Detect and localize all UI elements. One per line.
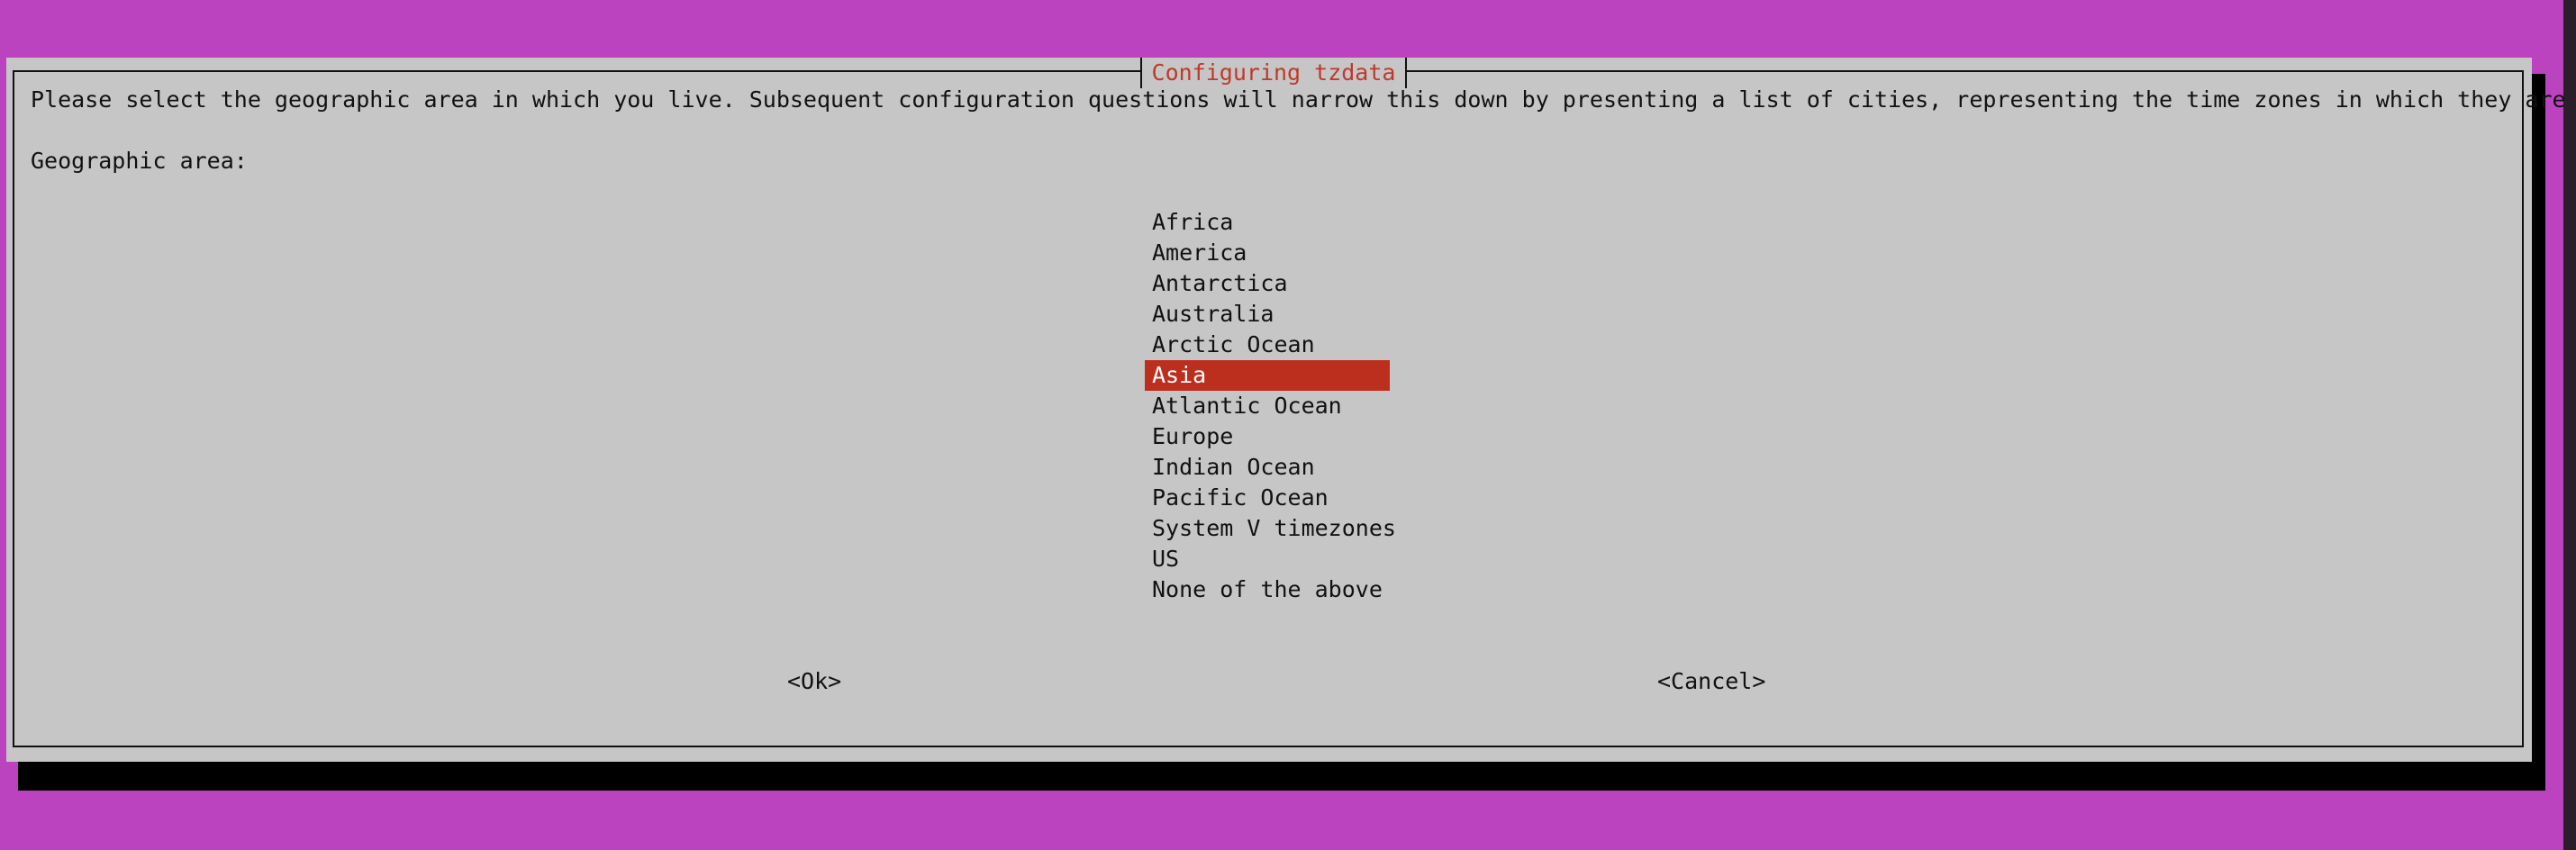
list-item[interactable]: Antarctica — [1145, 268, 1390, 299]
list-item[interactable]: America — [1145, 238, 1390, 268]
cancel-button[interactable]: <Cancel> — [1657, 666, 1765, 697]
geographic-area-label: Geographic area: — [31, 148, 248, 174]
list-item[interactable]: Arctic Ocean — [1145, 330, 1390, 360]
dialog-title: Configuring tzdata — [1140, 58, 1407, 88]
list-item[interactable]: Pacific Ocean — [1145, 483, 1390, 513]
list-item[interactable]: Indian Ocean — [1145, 452, 1390, 483]
geographic-area-list[interactable]: Africa America Antarctica Australia Arct… — [1145, 207, 1404, 605]
list-item-selected[interactable]: Asia — [1145, 360, 1390, 391]
list-item[interactable]: Africa — [1145, 207, 1390, 238]
list-item[interactable]: Europe — [1145, 421, 1390, 452]
desktop-edge — [2563, 0, 2576, 850]
dialog-prompt: Please select the geographic area in whi… — [31, 86, 2576, 113]
list-item[interactable]: None of the above — [1145, 574, 1390, 605]
ok-button[interactable]: <Ok> — [787, 666, 841, 697]
list-item[interactable]: Australia — [1145, 299, 1390, 330]
list-item[interactable]: System V timezones — [1145, 513, 1396, 544]
tzdata-dialog: Configuring tzdata Please select the geo… — [6, 58, 2566, 762]
list-item[interactable]: Atlantic Ocean — [1145, 391, 1390, 421]
list-item[interactable]: US — [1145, 544, 1390, 574]
